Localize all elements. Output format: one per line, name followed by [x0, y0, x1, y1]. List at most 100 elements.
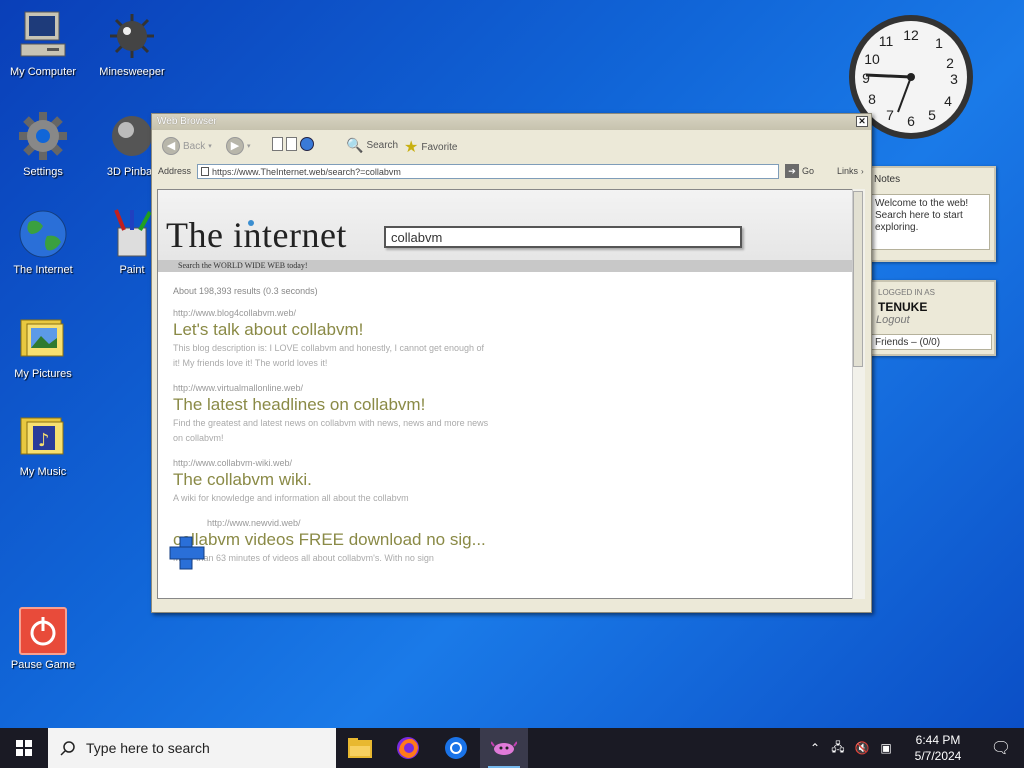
magnifier-icon: 🔍: [346, 137, 364, 153]
svg-text:10: 10: [864, 51, 880, 67]
taskbar-file-explorer[interactable]: [336, 728, 384, 768]
chevron-right-icon: ›: [861, 166, 864, 176]
result-description: A wiki for knowledge and information all…: [173, 493, 409, 503]
logout-link[interactable]: Logout: [876, 314, 910, 326]
axolotl-icon: [491, 741, 517, 755]
desktop-icon-my-pictures[interactable]: My Pictures: [3, 312, 83, 380]
forward-arrow-icon: ▶: [226, 137, 244, 155]
browser-window[interactable]: Web Browser ✕ ◀ Back ▾ ▶ ▾ 🔍 Search ★ Fa…: [151, 113, 872, 613]
taskbar-clock[interactable]: 6:44 PM 5/7/2024: [898, 732, 978, 764]
window-title: Web Browser: [157, 116, 217, 127]
logged-in-tag: LOGGED IN AS: [878, 288, 935, 297]
address-label: Address: [158, 166, 192, 176]
notes-title: Notes: [874, 174, 901, 185]
result-title-link[interactable]: Let's talk about collabvm!: [173, 320, 693, 340]
desktop-icon-minesweeper[interactable]: Minesweeper: [92, 10, 172, 78]
forward-dropdown-icon: ▾: [247, 143, 251, 150]
result-description: Find the greatest and latest news on col…: [173, 418, 489, 443]
search-result: http://www.newvid.web/ collabvm videos F…: [173, 518, 693, 566]
result-url: http://www.virtualmallonline.web/: [173, 383, 304, 393]
svg-text:7: 7: [886, 107, 894, 123]
window-titlebar[interactable]: Web Browser ✕: [152, 114, 871, 130]
notes-gadget[interactable]: Notes Welcome to the web! Search here to…: [860, 166, 996, 262]
svg-text:3: 3: [950, 71, 958, 87]
clock-time: 6:44 PM: [915, 733, 961, 747]
taskbar-firefox[interactable]: [384, 728, 432, 768]
links-label[interactable]: Links: [837, 166, 858, 176]
go-button[interactable]: ➔ Go Links ›: [785, 164, 864, 178]
favorite-button[interactable]: ★ Favorite: [404, 137, 457, 157]
gear-icon: [17, 110, 69, 162]
address-input[interactable]: [197, 164, 779, 179]
site-header: The internet Search the WORLD WIDE WEB t…: [158, 190, 859, 272]
desktop-icon-label: Minesweeper: [99, 66, 165, 78]
favorite-label: Favorite: [421, 141, 458, 153]
desktop-icon-my-music[interactable]: ♪ My Music: [3, 410, 83, 478]
result-title-link[interactable]: The collabvm wiki.: [173, 470, 693, 490]
taskbar-chrome[interactable]: [432, 728, 480, 768]
site-search-input[interactable]: [384, 226, 742, 248]
svg-text:5: 5: [928, 107, 936, 123]
desktop-icon-label: My Pictures: [14, 368, 72, 380]
username: TENUKE: [878, 300, 928, 314]
svg-text:6: 6: [907, 113, 915, 129]
site-logo[interactable]: The internet: [166, 214, 347, 256]
search-button[interactable]: 🔍 Search: [346, 137, 398, 154]
taskbar-vm-app[interactable]: [480, 728, 528, 768]
result-url: http://www.newvid.web/: [207, 518, 301, 528]
taskbar-search-placeholder: Type here to search: [86, 740, 210, 756]
desktop-icon-pause-game[interactable]: Pause Game: [3, 607, 83, 671]
taskbar: Type here to search ⌃ 🖧 🔇 ▣ 6:44 PM 5/7/…: [0, 728, 1024, 768]
search-results: About 198,393 results (0.3 seconds) http…: [173, 286, 693, 578]
search-icon: [60, 741, 75, 756]
desktop-icon-label: My Computer: [9, 66, 77, 78]
result-title-link[interactable]: collabvm videos FREE download no sig...: [173, 530, 693, 550]
chrome-icon: [445, 737, 467, 759]
network-icon[interactable]: 🖧: [826, 738, 850, 759]
back-label: Back: [183, 140, 206, 152]
desktop-icon-my-computer[interactable]: My Computer: [3, 10, 83, 78]
search-result: http://www.virtualmallonline.web/ The la…: [173, 383, 693, 446]
svg-text:9: 9: [862, 70, 870, 86]
address-row: Address ➔ Go Links ›: [152, 162, 871, 180]
desktop-icon-label: Pause Game: [10, 659, 76, 671]
system-tray: ⌃ 🖧 🔇 ▣ 6:44 PM 5/7/2024 🗨: [804, 728, 1024, 768]
result-description: More than 63 minutes of videos all about…: [173, 553, 434, 563]
back-button[interactable]: ◀ Back ▾: [162, 137, 212, 155]
mine-icon: [106, 10, 158, 62]
search-result: http://www.blog4collabvm.web/ Let's talk…: [173, 308, 693, 371]
page-icon: [272, 137, 283, 151]
user-gadget: LOGGED IN AS TENUKE Logout Friends – (0/…: [860, 280, 996, 356]
pictures-folder-icon: [17, 312, 69, 364]
action-center-badge-icon[interactable]: ▣: [874, 741, 898, 755]
folder-icon: [348, 738, 372, 758]
star-icon: ★: [404, 139, 419, 156]
result-count: About 198,393 results (0.3 seconds): [173, 286, 318, 296]
chevron-up-icon[interactable]: ⌃: [804, 741, 826, 755]
svg-text:12: 12: [903, 27, 919, 43]
forward-button[interactable]: ▶ ▾: [226, 137, 251, 155]
start-button[interactable]: [0, 728, 48, 768]
desktop-icon-settings[interactable]: Settings: [3, 110, 83, 178]
volume-muted-icon[interactable]: 🔇: [850, 741, 874, 755]
close-icon: ✕: [858, 116, 866, 126]
scrollbar-thumb[interactable]: [853, 191, 863, 367]
taskbar-search[interactable]: Type here to search: [48, 728, 336, 768]
page-content: The internet Search the WORLD WIDE WEB t…: [157, 189, 860, 599]
svg-text:♪: ♪: [38, 430, 50, 451]
go-label: Go: [802, 166, 815, 176]
desktop-icon-the-internet[interactable]: The Internet: [3, 208, 83, 276]
desktop-icon-label: My Music: [19, 466, 67, 478]
result-title-link[interactable]: The latest headlines on collabvm!: [173, 395, 693, 415]
notes-textarea[interactable]: Welcome to the web! Search here to start…: [870, 194, 990, 250]
page-icon: [201, 167, 209, 176]
svg-text:1: 1: [935, 35, 943, 51]
search-result: http://www.collabvm-wiki.web/ The collab…: [173, 458, 693, 506]
browser-toolbar: ◀ Back ▾ ▶ ▾ 🔍 Search ★ Favorite: [152, 130, 871, 162]
desktop-icon-label: Settings: [23, 166, 63, 178]
notification-icon[interactable]: 🗨: [978, 738, 1024, 758]
close-button[interactable]: ✕: [856, 116, 868, 127]
globe-icon: [17, 208, 69, 260]
computer-icon: [17, 10, 69, 62]
page-buttons[interactable]: [272, 137, 314, 151]
